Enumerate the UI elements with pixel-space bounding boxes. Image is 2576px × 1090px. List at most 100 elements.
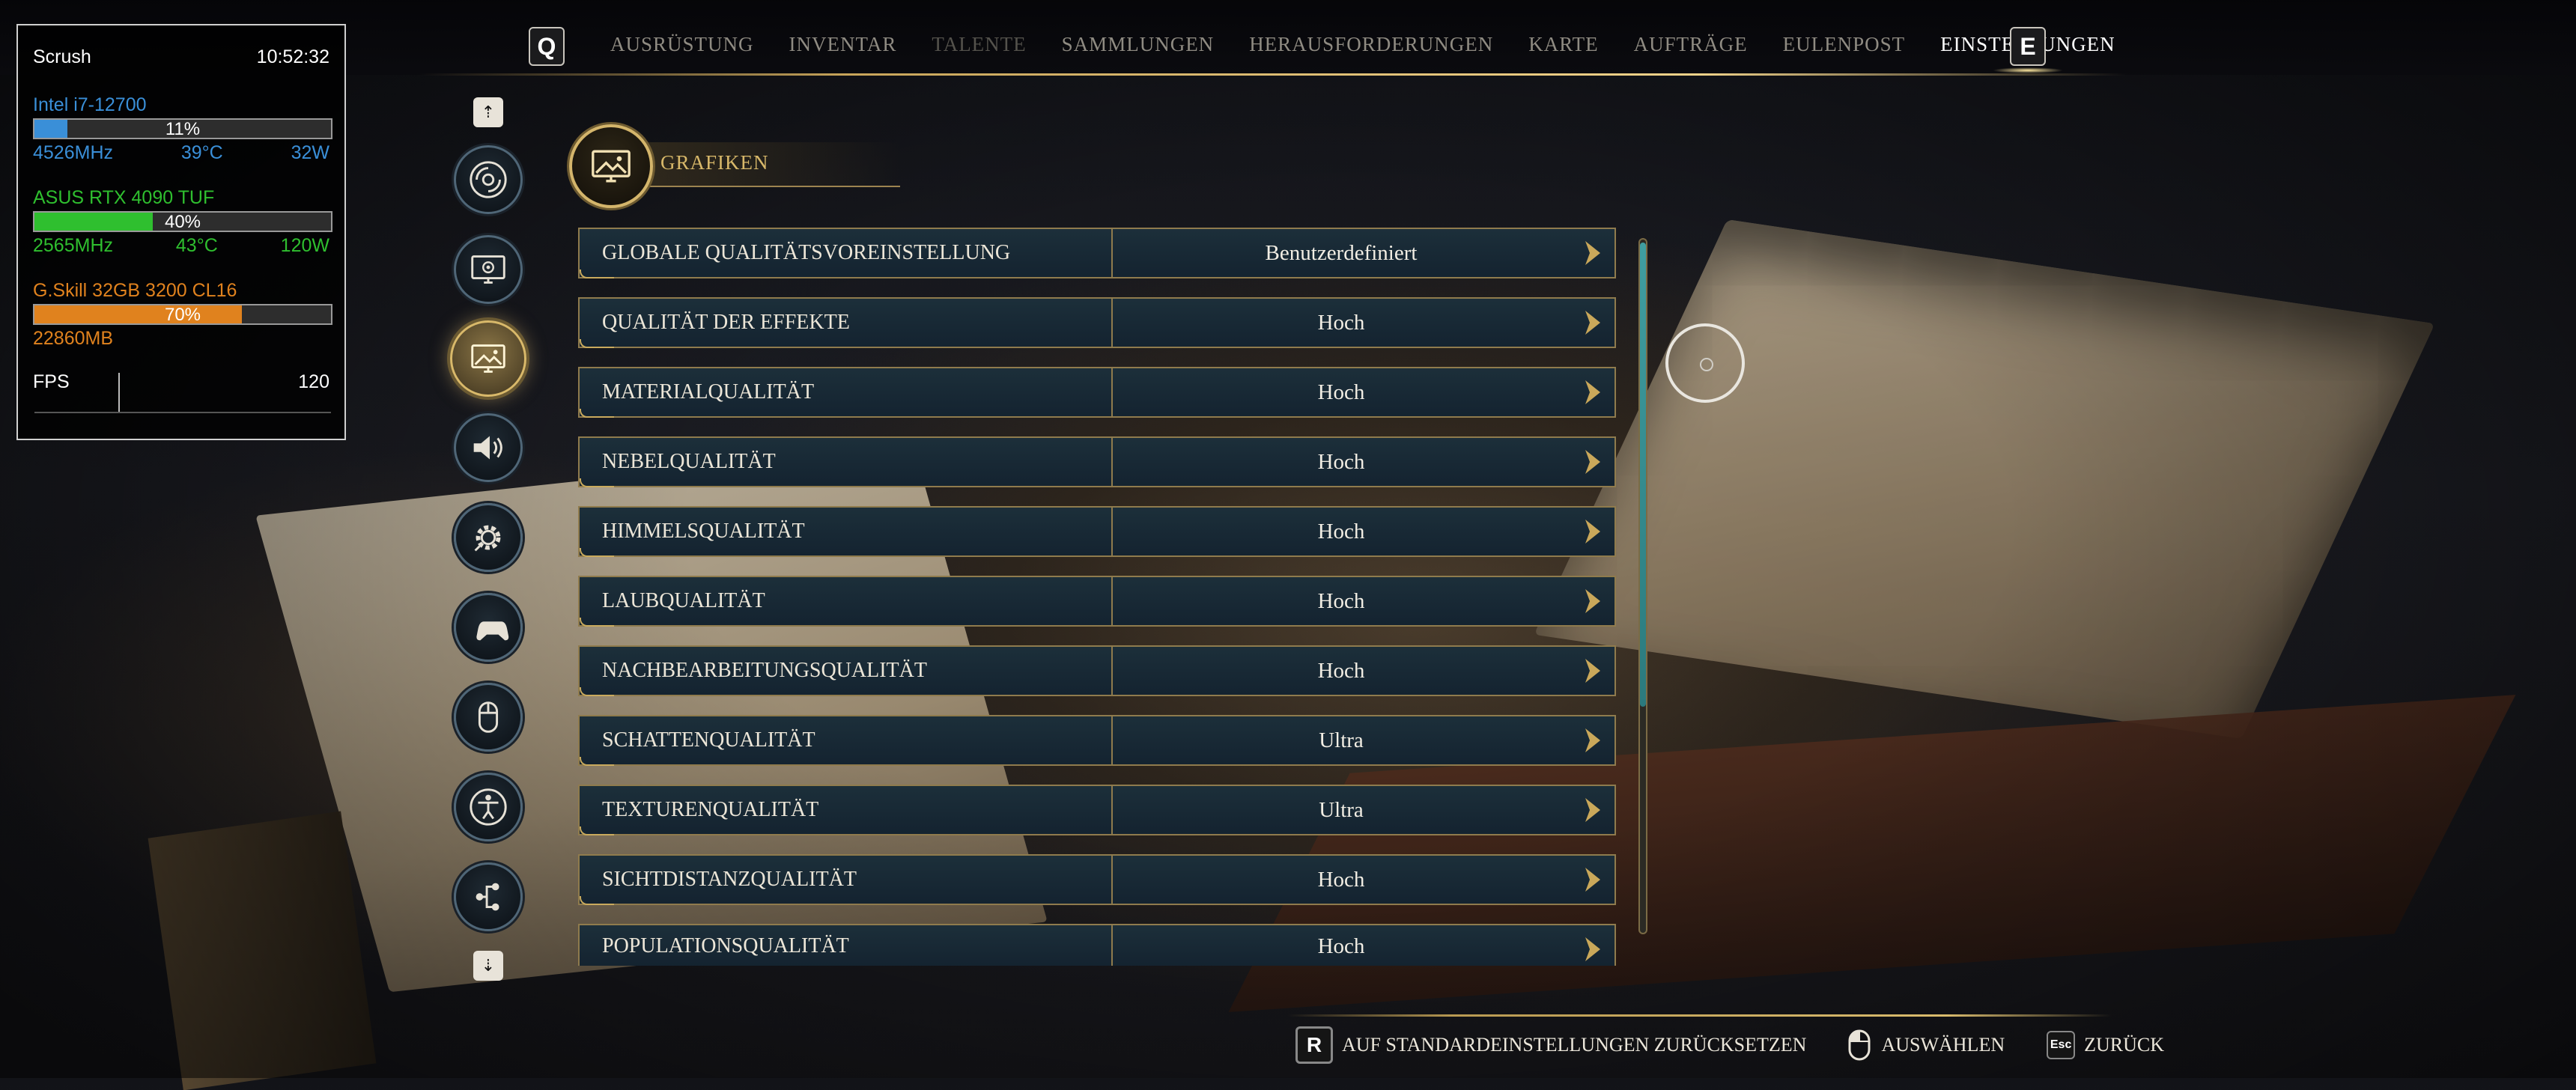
sidebar-item-display[interactable] xyxy=(454,235,523,304)
nav-right-key[interactable]: E xyxy=(2010,27,2046,66)
setting-value: Hoch xyxy=(1317,380,1365,404)
top-navigation: Q AUSRÜSTUNG INVENTAR TALENTE SAMMLUNGEN… xyxy=(0,0,2576,75)
setting-row[interactable]: QUALITÄT DER EFFEKTE Hoch xyxy=(578,297,1616,348)
ram-load-bar: 70% xyxy=(33,304,332,325)
gear-icon xyxy=(474,525,501,552)
tab-inventar[interactable]: INVENTAR xyxy=(789,33,897,56)
chevron-right-icon[interactable] xyxy=(1580,934,1604,964)
chevron-right-icon[interactable] xyxy=(1580,865,1604,895)
sidebar-item-general[interactable] xyxy=(454,503,523,572)
sidebar-down-arrow[interactable]: ⇣ xyxy=(473,951,503,981)
back-label: ZURÜCK xyxy=(2084,1034,2165,1056)
row-corner-ornament xyxy=(580,687,614,696)
graphics-picture-icon xyxy=(592,150,631,183)
reset-label: AUF STANDARDEINSTELLUNGEN ZURÜCKSETZEN xyxy=(1342,1034,1807,1056)
tab-sammlungen[interactable]: SAMMLUNGEN xyxy=(1062,33,1215,56)
cursor-ring-icon xyxy=(1665,323,1745,403)
sidebar-item-network[interactable] xyxy=(454,862,523,931)
reset-key-cap: R xyxy=(1295,1026,1333,1064)
reset-defaults-button[interactable]: R AUF STANDARDEINSTELLUNGEN ZURÜCKSETZEN xyxy=(1295,1026,1806,1064)
row-corner-ornament xyxy=(580,478,614,487)
cpu-power: 32W xyxy=(291,142,329,163)
row-corner-ornament xyxy=(580,548,614,557)
fps-row: FPS 120 xyxy=(33,371,329,393)
setting-row[interactable]: MATERIALQUALITÄT Hoch xyxy=(578,367,1616,418)
setting-row[interactable]: NACHBEARBEITUNGSQUALITÄT Hoch xyxy=(578,645,1616,696)
row-corner-ornament xyxy=(580,270,614,278)
sidebar-item-audio[interactable] xyxy=(454,413,523,482)
setting-row[interactable]: TEXTURENQUALITÄT Ultra xyxy=(578,785,1616,835)
disc-icon xyxy=(470,161,507,198)
setting-row[interactable]: HIMMELSQUALITÄT Hoch xyxy=(578,506,1616,557)
setting-row[interactable]: NEBELQUALITÄT Hoch xyxy=(578,436,1616,487)
back-key-cap: Esc xyxy=(2047,1031,2076,1059)
gpu-name: ASUS RTX 4090 TUF xyxy=(33,187,215,208)
bottom-divider xyxy=(1288,1014,2112,1017)
accessibility-icon xyxy=(470,788,507,826)
gpu-temp: 43°C xyxy=(175,235,218,256)
setting-row[interactable]: SICHTDISTANZQUALITÄT Hoch xyxy=(578,854,1616,905)
fps-value: 120 xyxy=(298,371,329,392)
sidebar-item-disc[interactable] xyxy=(454,145,523,214)
chevron-right-icon[interactable] xyxy=(1580,795,1604,825)
setting-label: NACHBEARBEITUNGSQUALITÄT xyxy=(602,659,927,682)
fps-graph xyxy=(34,412,331,413)
setting-value: Hoch xyxy=(1317,450,1365,474)
chevron-right-icon[interactable] xyxy=(1580,586,1604,616)
setting-row[interactable]: GLOBALE QUALITÄTSVOREINSTELLUNG Benutzer… xyxy=(578,228,1616,278)
tab-talente[interactable]: TALENTE xyxy=(932,33,1026,56)
chevron-right-icon[interactable] xyxy=(1580,238,1604,268)
chevron-right-icon[interactable] xyxy=(1580,308,1604,338)
gpu-stats: 2565MHz 43°C 120W xyxy=(33,235,329,257)
hw-time: 10:52:32 xyxy=(256,46,329,67)
ram-name: G.Skill 32GB 3200 CL16 xyxy=(33,280,237,301)
row-corner-ornament xyxy=(580,896,614,905)
gpu-clock: 2565MHz xyxy=(33,235,113,256)
setting-row[interactable]: POPULATIONSQUALITÄT Hoch xyxy=(578,924,1616,966)
tab-auftraege[interactable]: AUFTRÄGE xyxy=(1634,33,1748,56)
row-corner-ornament xyxy=(580,618,614,627)
gpu-load-bar: 40% xyxy=(33,211,332,232)
setting-label: TEXTURENQUALITÄT xyxy=(602,798,819,821)
setting-row[interactable]: SCHATTENQUALITÄT Ultra xyxy=(578,715,1616,766)
cpu-temp: 39°C xyxy=(180,142,223,163)
setting-value: Hoch xyxy=(1317,311,1365,335)
setting-label: HIMMELSQUALITÄT xyxy=(602,520,805,543)
setting-label: SICHTDISTANZQUALITÄT xyxy=(602,868,857,891)
setting-value: Hoch xyxy=(1317,589,1365,613)
cpu-clock: 4526MHz xyxy=(33,142,113,163)
setting-label: POPULATIONSQUALITÄT xyxy=(602,934,849,957)
tab-ausruestung[interactable]: AUSRÜSTUNG xyxy=(610,33,754,56)
fps-graph-tick xyxy=(118,373,120,413)
back-button[interactable]: Esc ZURÜCK xyxy=(2047,1031,2164,1059)
ram-load-text: 70% xyxy=(164,305,201,325)
nav-underline xyxy=(419,73,2127,76)
setting-value: Benutzerdefiniert xyxy=(1265,241,1418,265)
chevron-right-icon[interactable] xyxy=(1580,725,1604,755)
sidebar-up-arrow[interactable]: ⇡ xyxy=(473,97,503,127)
sidebar-item-graphics[interactable] xyxy=(450,320,526,397)
setting-value: Ultra xyxy=(1319,728,1364,752)
select-button[interactable]: AUSWÄHLEN xyxy=(1848,1029,2005,1061)
chevron-right-icon[interactable] xyxy=(1580,656,1604,686)
sidebar-item-accessibility[interactable] xyxy=(454,773,523,841)
scrollbar-thumb[interactable] xyxy=(1640,243,1646,707)
section-emblem xyxy=(569,124,653,208)
nav-left-key[interactable]: Q xyxy=(529,27,565,66)
setting-row[interactable]: LAUBQUALITÄT Hoch xyxy=(578,576,1616,627)
chevron-right-icon[interactable] xyxy=(1580,517,1604,546)
tab-eulenpost[interactable]: EULENPOST xyxy=(1783,33,1906,56)
graphics-picture-icon xyxy=(471,344,505,373)
setting-label: MATERIALQUALITÄT xyxy=(602,380,815,404)
hw-header: Scrush 10:52:32 xyxy=(33,46,329,68)
nav-tabs: AUSRÜSTUNG INVENTAR TALENTE SAMMLUNGEN H… xyxy=(610,33,2151,73)
mouse-icon xyxy=(478,701,499,733)
chevron-right-icon[interactable] xyxy=(1580,377,1604,407)
sidebar-item-controller[interactable] xyxy=(454,593,523,662)
sidebar-item-mouse[interactable] xyxy=(454,683,523,752)
tab-herausforderungen[interactable]: HERAUSFORDERUNGEN xyxy=(1249,33,1493,56)
tab-karte[interactable]: KARTE xyxy=(1528,33,1598,56)
cpu-stats: 4526MHz 39°C 32W xyxy=(33,142,329,164)
chevron-right-icon[interactable] xyxy=(1580,447,1604,477)
cpu-name: Intel i7-12700 xyxy=(33,94,147,115)
